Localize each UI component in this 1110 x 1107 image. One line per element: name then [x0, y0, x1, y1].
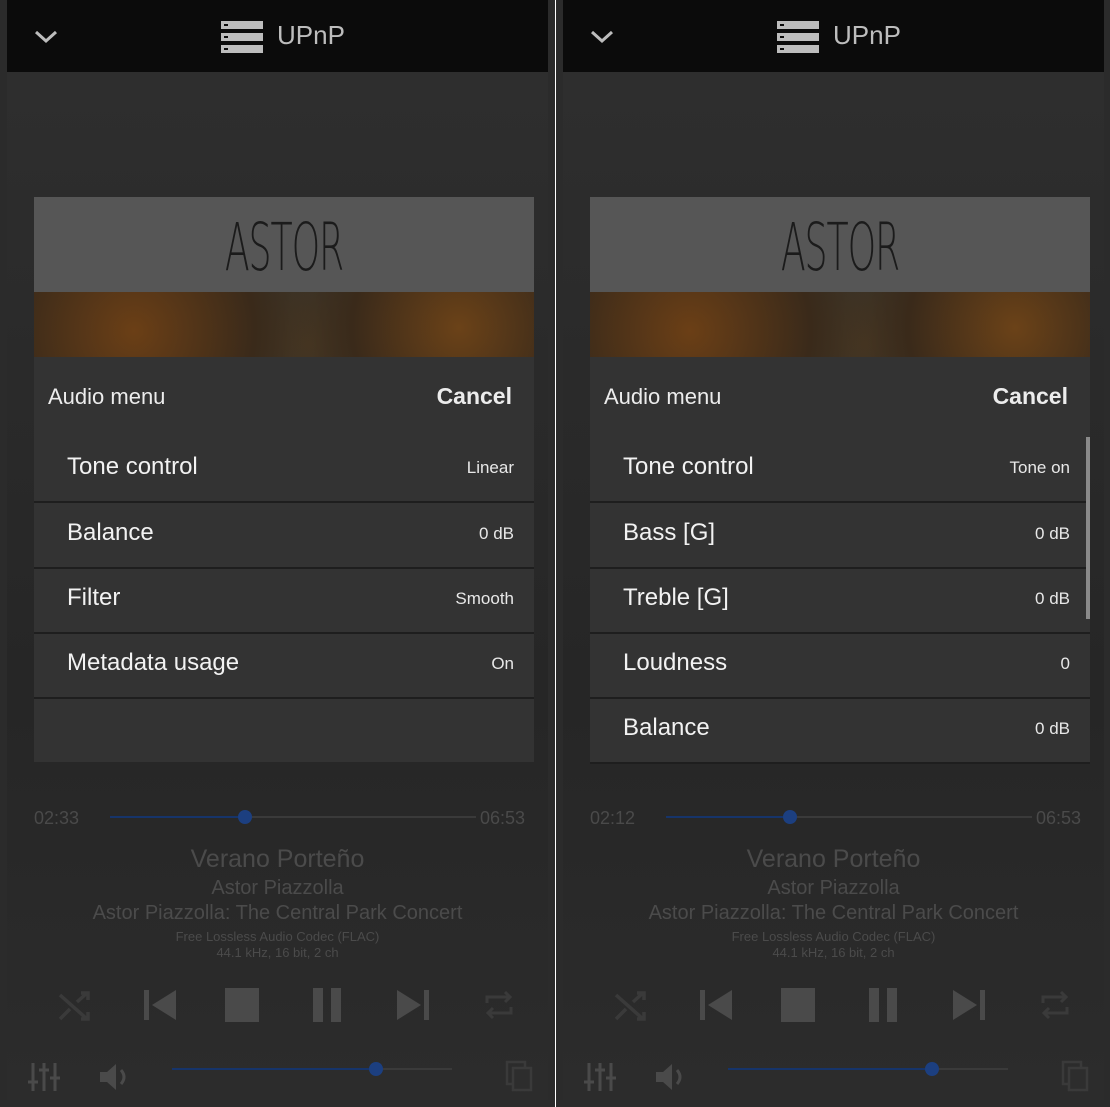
menu-item-balance[interactable]: Balance 0 dB — [34, 503, 534, 569]
pause-icon[interactable] — [307, 985, 347, 1025]
volume-slider[interactable] — [728, 1062, 1008, 1076]
shuffle-icon[interactable] — [55, 985, 95, 1025]
equalizer-icon[interactable] — [583, 1060, 617, 1094]
menu-item-value: 0 dB — [1035, 589, 1070, 608]
cancel-button[interactable]: Cancel — [437, 383, 512, 410]
server-icon — [777, 21, 819, 53]
track-codec: Free Lossless Audio Codec (FLAC) — [731, 929, 936, 944]
skip-next-icon[interactable] — [949, 985, 989, 1025]
track-artist: Astor Piazzolla — [211, 877, 344, 899]
menu-item-value: 0 — [1060, 654, 1070, 673]
dialog-scrollbar[interactable] — [1086, 437, 1090, 619]
menu-item-loudness[interactable]: Loudness 0 — [590, 633, 1090, 699]
track-artist: Astor Piazzolla — [767, 877, 900, 899]
server-icon — [221, 21, 263, 53]
menu-item-value: Smooth — [455, 589, 514, 608]
menu-item-metadata-usage[interactable]: Metadata usage On — [34, 633, 534, 699]
menu-item-value: On — [491, 654, 514, 673]
top-bar: UPnP — [563, 0, 1104, 72]
menu-item-bass[interactable]: Bass [G] 0 dB — [590, 503, 1090, 569]
track-format: 44.1 kHz, 16 bit, 2 ch — [216, 945, 339, 960]
menu-item-label: Tone control — [67, 453, 198, 480]
source-title: UPnP — [833, 20, 901, 50]
pause-icon[interactable] — [863, 985, 903, 1025]
screen-content: UPnP ASTOR PIAZZOLLA Audio menu Cancel T… — [7, 0, 548, 1100]
skip-previous-icon[interactable] — [696, 985, 736, 1025]
menu-item-treble[interactable]: Treble [G] 0 dB — [590, 568, 1090, 634]
album-art: ASTOR PIAZZOLLA — [590, 197, 1090, 357]
seek-bar-fill — [110, 816, 246, 818]
elapsed-time: 02:33 — [34, 808, 80, 828]
top-bar: UPnP — [7, 0, 548, 72]
audio-menu-dialog: Audio menu Cancel Tone control Tone on B… — [590, 357, 1090, 764]
seek-bar-fill — [666, 816, 791, 818]
volume-fill — [172, 1068, 377, 1070]
album-art: ASTOR PIAZZOLLA — [34, 197, 534, 357]
track-album: Astor Piazzolla: The Central Park Concer… — [648, 902, 1019, 924]
audio-menu-dialog: Audio menu Cancel Tone control Linear Ba… — [34, 357, 534, 762]
cancel-button[interactable]: Cancel — [993, 383, 1068, 410]
equalizer-icon[interactable] — [27, 1060, 61, 1094]
copy-icon[interactable] — [1061, 1060, 1089, 1092]
duration-time: 06:53 — [1036, 808, 1082, 828]
menu-item-value: 0 dB — [1035, 524, 1070, 543]
duration-time: 06:53 — [480, 808, 526, 828]
album-art-scene — [590, 292, 1090, 357]
skip-next-icon[interactable] — [393, 985, 433, 1025]
menu-item-balance[interactable]: Balance 0 dB — [590, 698, 1090, 764]
seek-bar[interactable] — [110, 810, 476, 824]
track-format: 44.1 kHz, 16 bit, 2 ch — [772, 945, 895, 960]
menu-item-label: Bass [G] — [623, 519, 716, 546]
volume-fill — [728, 1068, 933, 1070]
chevron-down-icon[interactable] — [587, 24, 617, 48]
repeat-icon[interactable] — [1035, 985, 1075, 1025]
repeat-icon[interactable] — [479, 985, 519, 1025]
right-screen: UPnP ASTOR PIAZZOLLA Audio menu Cancel T… — [556, 0, 1110, 1107]
menu-item-label: Loudness — [623, 649, 728, 676]
menu-item-filter[interactable]: Filter Smooth — [34, 568, 534, 634]
volume-icon[interactable] — [97, 1060, 133, 1094]
menu-item-value: 0 dB — [479, 524, 514, 543]
volume-slider[interactable] — [172, 1062, 452, 1076]
dialog-header: Audio menu Cancel — [34, 357, 534, 437]
dialog-header: Audio menu Cancel — [590, 357, 1090, 437]
stop-icon[interactable] — [778, 985, 818, 1025]
dialog-title: Audio menu — [604, 384, 722, 409]
track-title: Verano Porteño — [746, 845, 921, 873]
menu-item-label: Filter — [67, 584, 121, 611]
shuffle-icon[interactable] — [611, 985, 651, 1025]
menu-item-value: 0 dB — [1035, 719, 1070, 738]
menu-item-label: Tone control — [623, 453, 754, 480]
chevron-down-icon[interactable] — [31, 24, 61, 48]
volume-icon[interactable] — [653, 1060, 689, 1094]
menu-item-label: Balance — [67, 519, 154, 546]
menu-item-tone-control[interactable]: Tone control Linear — [34, 437, 534, 503]
track-title: Verano Porteño — [190, 845, 365, 873]
dialog-title: Audio menu — [48, 384, 166, 409]
album-art-scene — [34, 292, 534, 357]
left-screen: UPnP ASTOR PIAZZOLLA Audio menu Cancel T… — [0, 0, 555, 1107]
skip-previous-icon[interactable] — [140, 985, 180, 1025]
seek-bar[interactable] — [666, 810, 1032, 824]
track-album: Astor Piazzolla: The Central Park Concer… — [92, 902, 463, 924]
source-title: UPnP — [277, 20, 345, 50]
copy-icon[interactable] — [505, 1060, 533, 1092]
menu-item-label: Metadata usage — [67, 649, 240, 676]
track-codec: Free Lossless Audio Codec (FLAC) — [175, 929, 380, 944]
menu-item-label: Balance — [623, 714, 710, 741]
menu-item-tone-control[interactable]: Tone control Tone on — [590, 437, 1090, 503]
elapsed-time: 02:12 — [590, 808, 636, 828]
menu-item-label: Treble [G] — [623, 584, 729, 611]
menu-item-value: Tone on — [1009, 458, 1071, 477]
menu-item-value: Linear — [466, 458, 514, 477]
stop-icon[interactable] — [222, 985, 262, 1025]
screen-content: UPnP ASTOR PIAZZOLLA Audio menu Cancel T… — [563, 0, 1104, 1100]
